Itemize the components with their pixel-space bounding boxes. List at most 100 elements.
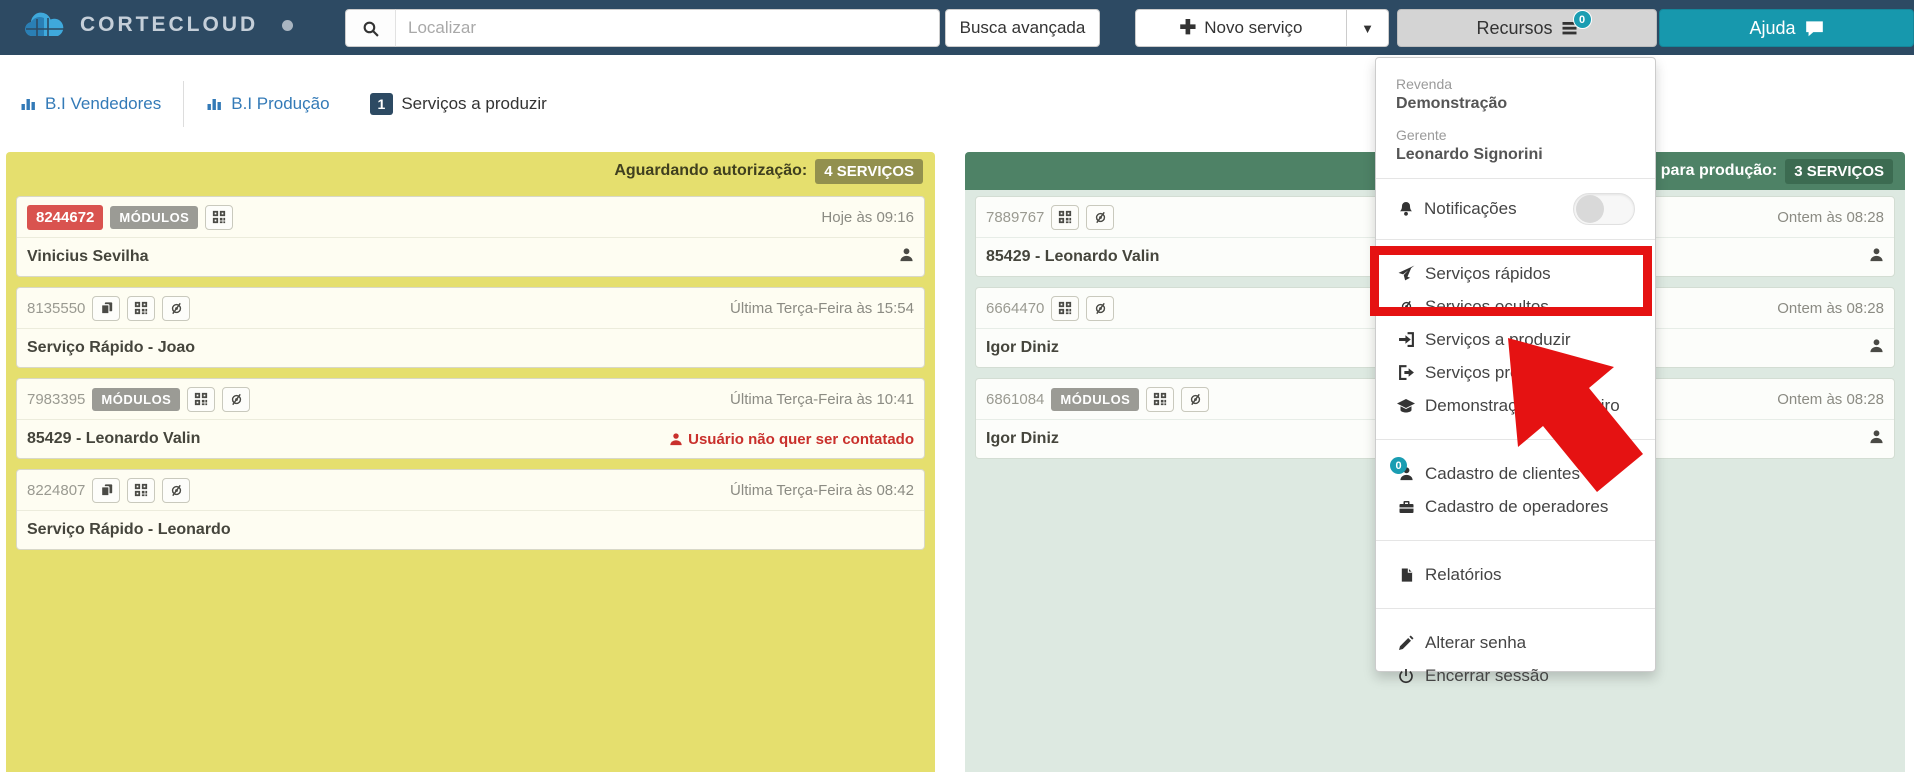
card-eye-slash-button[interactable] <box>1181 386 1210 412</box>
tab-bi-producao[interactable]: B.I Produção <box>206 94 330 114</box>
menu-item-label: Alterar senha <box>1425 632 1527 652</box>
resources-dropdown-menu: Revenda Demonstração Gerente Leonardo Signo… <box>1375 57 1656 685</box>
menu-item-label: Serviços ocultos <box>1425 296 1549 316</box>
menu-item-encerrar-sessao[interactable]: Encerrar sessão <box>1376 659 1655 692</box>
card-qr-code-button[interactable] <box>1051 295 1080 321</box>
card-eye-slash-button[interactable] <box>222 386 251 412</box>
notifications-toggle[interactable] <box>1573 193 1635 225</box>
service-card[interactable]: 8135550 Última Terça-Feira às 15:54 Serviç… <box>16 287 925 368</box>
menu-item-servicos-rapidos[interactable]: Serviços rápidos <box>1376 257 1655 290</box>
menu-item-demonstracao-financeiro[interactable]: Demonstração Financeiro <box>1376 389 1655 422</box>
service-id: 8135550 <box>27 299 86 317</box>
menu-item-cadastro-de-clientes[interactable]: 0 Cadastro de clientes <box>1376 457 1655 490</box>
service-id: 6664470 <box>986 299 1045 317</box>
qr-code-icon <box>1059 210 1072 224</box>
card-qr-code-button[interactable] <box>1051 204 1080 230</box>
menu-item-label: Serviços rápidos <box>1425 263 1551 283</box>
service-id: 7983395 <box>27 390 86 408</box>
resources-badge: 0 <box>1572 10 1592 29</box>
tab-count-badge: 1 <box>369 92 394 115</box>
card-qr-code-button[interactable] <box>187 386 216 412</box>
card-body-row: Serviço Rápido - Joao <box>17 328 924 367</box>
menu-divider <box>1376 239 1655 240</box>
file-icon <box>1396 567 1416 583</box>
advanced-search-button[interactable]: Busca avançada <box>945 9 1100 47</box>
tab-servicos-a-produzir[interactable]: 1 Serviços a produzir <box>369 92 547 115</box>
card-eye-slash-button[interactable] <box>162 477 191 503</box>
menu-item-label: Cadastro de operadores <box>1425 496 1609 516</box>
menu-divider <box>1376 608 1655 609</box>
customer-name: Serviço Rápido - Joao <box>27 339 196 356</box>
card-qr-code-button[interactable] <box>1146 386 1175 412</box>
menu-item-cadastro-de-operadores[interactable]: Cadastro de operadores <box>1376 490 1655 523</box>
menu-item-servicos-produzidos[interactable]: Serviços produzidos <box>1376 356 1655 389</box>
menu-item-servicos-a-produzir[interactable]: Serviços a produzir <box>1376 323 1655 356</box>
help-button[interactable]: Ajuda <box>1659 9 1914 47</box>
caret-down-icon: ▼ <box>1361 20 1374 36</box>
new-service-label: Novo serviço <box>1204 18 1303 37</box>
menu-item-label: Serviços produzidos <box>1425 362 1579 382</box>
card-qr-code-button[interactable] <box>127 477 156 503</box>
tab-bi-vendedores[interactable]: B.I Vendedores <box>20 94 161 114</box>
notifications-menu-item[interactable]: Notificações <box>1376 187 1655 231</box>
bar-chart-icon <box>207 98 222 110</box>
card-header-row: 7983395 MÓDULOS Última Terça-Feira às 10:4… <box>17 379 924 419</box>
status-dot <box>282 19 294 31</box>
service-id: 7889767 <box>986 208 1045 226</box>
qr-code-icon <box>195 392 208 406</box>
new-service-split: ✚ Novo serviço ▼ <box>1135 9 1389 47</box>
menu-item-relatorios[interactable]: Relatórios <box>1376 558 1655 591</box>
service-card[interactable]: 8224807 Última Terça-Feira às 08:42 Serviç… <box>16 469 925 550</box>
resources-button[interactable]: Recursos 0 <box>1397 9 1657 47</box>
service-card[interactable]: 8244672 MÓDULOS Hoje às 09:16 Vinicius Sevi… <box>16 196 925 277</box>
pencil-icon <box>1396 635 1416 651</box>
account-value: Demonstração <box>1396 95 1508 112</box>
modules-badge: MÓDULOS <box>1051 387 1140 411</box>
card-copy-button[interactable] <box>92 477 121 503</box>
eye-slash-icon <box>171 484 182 496</box>
qr-code-icon <box>1059 301 1072 315</box>
card-timestamp: Ontem às 08:28 <box>1777 390 1884 408</box>
menu-divider <box>1376 178 1655 179</box>
eye-slash-icon <box>1396 299 1416 314</box>
person-icon: 0 <box>1390 457 1416 481</box>
new-service-button[interactable]: ✚ Novo serviço <box>1135 9 1347 47</box>
bell-icon <box>1396 201 1416 217</box>
person-icon <box>899 247 914 267</box>
bar-chart-icon <box>21 98 35 110</box>
cloud-logo-icon <box>25 12 64 36</box>
account-label: Gerente <box>1396 127 1447 143</box>
menu-item-alterar-senha[interactable]: Alterar senha <box>1376 626 1655 659</box>
chat-icon <box>1805 20 1823 36</box>
customer-name: Igor Diniz <box>986 430 1059 447</box>
customer-name: 85429 - Leonardo Valin <box>986 248 1160 265</box>
brand-name: CORTECLOUD <box>80 13 259 36</box>
new-service-caret-button[interactable]: ▼ <box>1347 9 1389 47</box>
eye-slash-icon <box>1095 211 1106 223</box>
card-header-row: 8244672 MÓDULOS Hoje às 09:16 <box>17 197 924 237</box>
card-qr-code-button[interactable] <box>127 295 156 321</box>
sign-out-icon <box>1396 364 1416 381</box>
card-qr-code-button[interactable] <box>205 204 234 230</box>
service-id: 8224807 <box>27 481 86 499</box>
modules-badge: MÓDULOS <box>92 387 181 411</box>
help-label: Ajuda <box>1749 17 1796 38</box>
search-input[interactable] <box>395 9 940 47</box>
card-timestamp: Ontem às 08:28 <box>1777 299 1884 317</box>
card-eye-slash-button[interactable] <box>1086 295 1115 321</box>
card-timestamp: Ontem às 08:28 <box>1777 208 1884 226</box>
service-card[interactable]: 7983395 MÓDULOS Última Terça-Feira às 10:4… <box>16 378 925 459</box>
card-copy-button[interactable] <box>92 295 121 321</box>
copy-icon <box>100 302 113 315</box>
card-timestamp: Última Terça-Feira às 15:54 <box>730 299 914 317</box>
card-eye-slash-button[interactable] <box>1086 204 1115 230</box>
tab-label: Serviços a produzir <box>401 93 547 113</box>
graduation-cap-icon <box>1396 398 1416 414</box>
search-icon <box>345 9 395 47</box>
card-eye-slash-button[interactable] <box>162 295 191 321</box>
menu-item-servicos-ocultos[interactable]: Serviços ocultos <box>1376 290 1655 323</box>
qr-code-icon <box>213 210 226 224</box>
no-contact-warning: Usuário não quer ser contatado <box>669 431 914 448</box>
power-icon <box>1396 668 1416 684</box>
modules-badge: MÓDULOS <box>110 205 199 229</box>
